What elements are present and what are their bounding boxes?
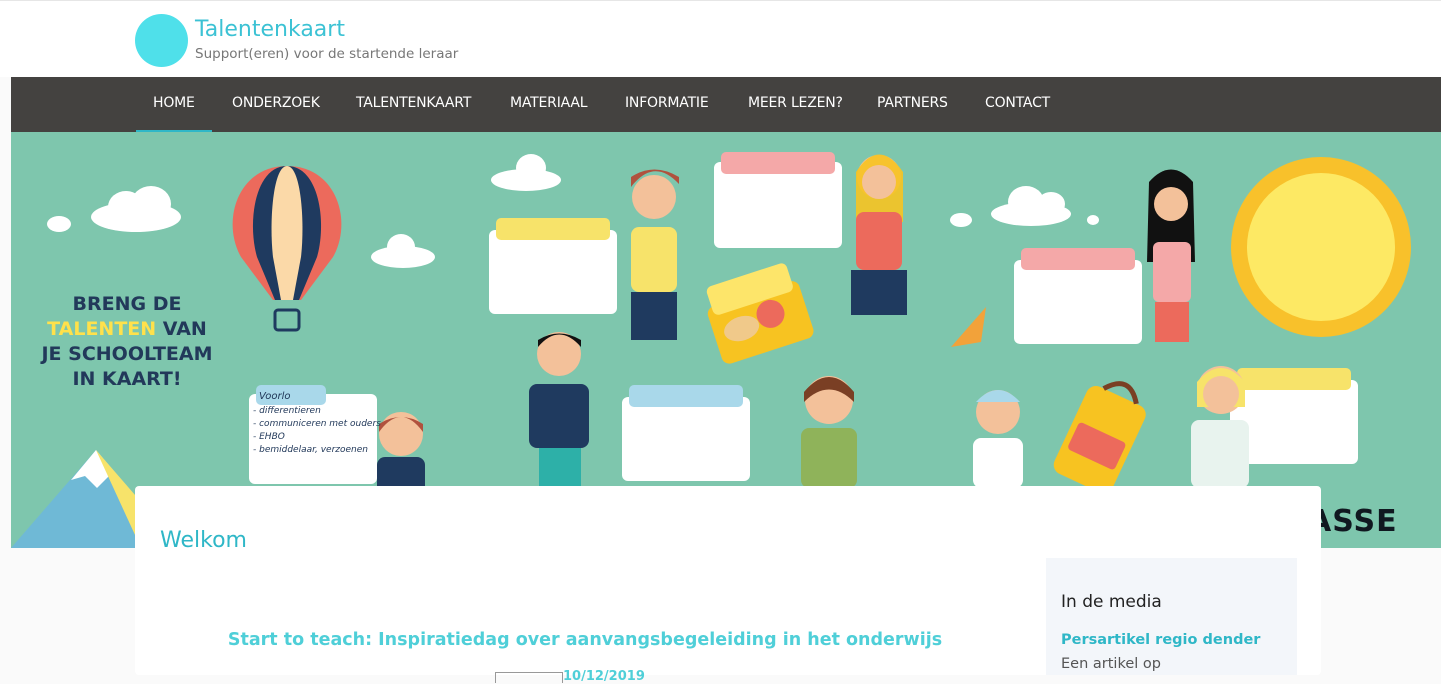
slogan-line-1: BRENG DE	[72, 293, 182, 315]
page-title: Welkom	[160, 528, 247, 553]
nav-informatie[interactable]: INFORMATIE	[625, 77, 709, 132]
sidebar-article-link[interactable]: Persartikel regio dender	[1061, 632, 1260, 648]
sidebar-article-excerpt: Een artikel op	[1061, 656, 1161, 672]
note-item: - communiceren met ouders	[253, 419, 381, 429]
post-title-link[interactable]: Start to teach: Inspiratiedag over aanva…	[135, 630, 1035, 650]
nav-meer-lezen[interactable]: MEER LEZEN?	[748, 77, 843, 132]
post-thumbnail	[495, 672, 563, 683]
nav-materiaal[interactable]: MATERIAAL	[510, 77, 588, 132]
note-list: - differentieren - communiceren met oude…	[253, 405, 381, 457]
nav-onderzoek[interactable]: ONDERZOEK	[232, 77, 320, 132]
slogan-line-2-rest: VAN	[156, 318, 207, 340]
post-date: 10/12/2019	[563, 669, 645, 684]
nav-talentenkaart[interactable]: TALENTENKAART	[356, 77, 471, 132]
slogan-line-3: JE SCHOOLTEAM	[41, 343, 213, 365]
slogan-line-2: TALENTEN VAN	[27, 317, 227, 342]
site-header: Talentenkaart Support(eren) voor de star…	[0, 0, 1441, 77]
hero-slogan: BRENG DE TALENTEN VAN JE SCHOOLTEAM IN K…	[27, 292, 227, 392]
site-title[interactable]: Talentenkaart	[195, 19, 345, 41]
hero-brand-fragment: ASSE	[1308, 504, 1398, 539]
slogan-line-4: IN KAART!	[72, 368, 182, 390]
note-title: Voorlo	[259, 391, 291, 402]
nav-home[interactable]: HOME	[136, 77, 212, 132]
note-item: - bemiddelaar, verzoenen	[253, 445, 368, 455]
content-card: Welkom Start to teach: Inspiratiedag ove…	[135, 486, 1321, 684]
slogan-highlight: TALENTEN	[47, 318, 157, 340]
main-navigation: HOME ONDERZOEK TALENTENKAART MATERIAAL I…	[11, 77, 1441, 132]
site-tagline: Support(eren) voor de startende leraar	[195, 46, 459, 62]
logo-icon[interactable]	[135, 14, 188, 67]
nav-contact[interactable]: CONTACT	[985, 77, 1050, 132]
sidebar-widget: In de media Persartikel regio dender Een…	[1046, 558, 1297, 675]
note-item: - EHBO	[253, 432, 285, 442]
nav-partners[interactable]: PARTNERS	[877, 77, 948, 132]
sidebar-heading: In de media	[1061, 592, 1162, 612]
note-item: - differentieren	[253, 406, 321, 416]
